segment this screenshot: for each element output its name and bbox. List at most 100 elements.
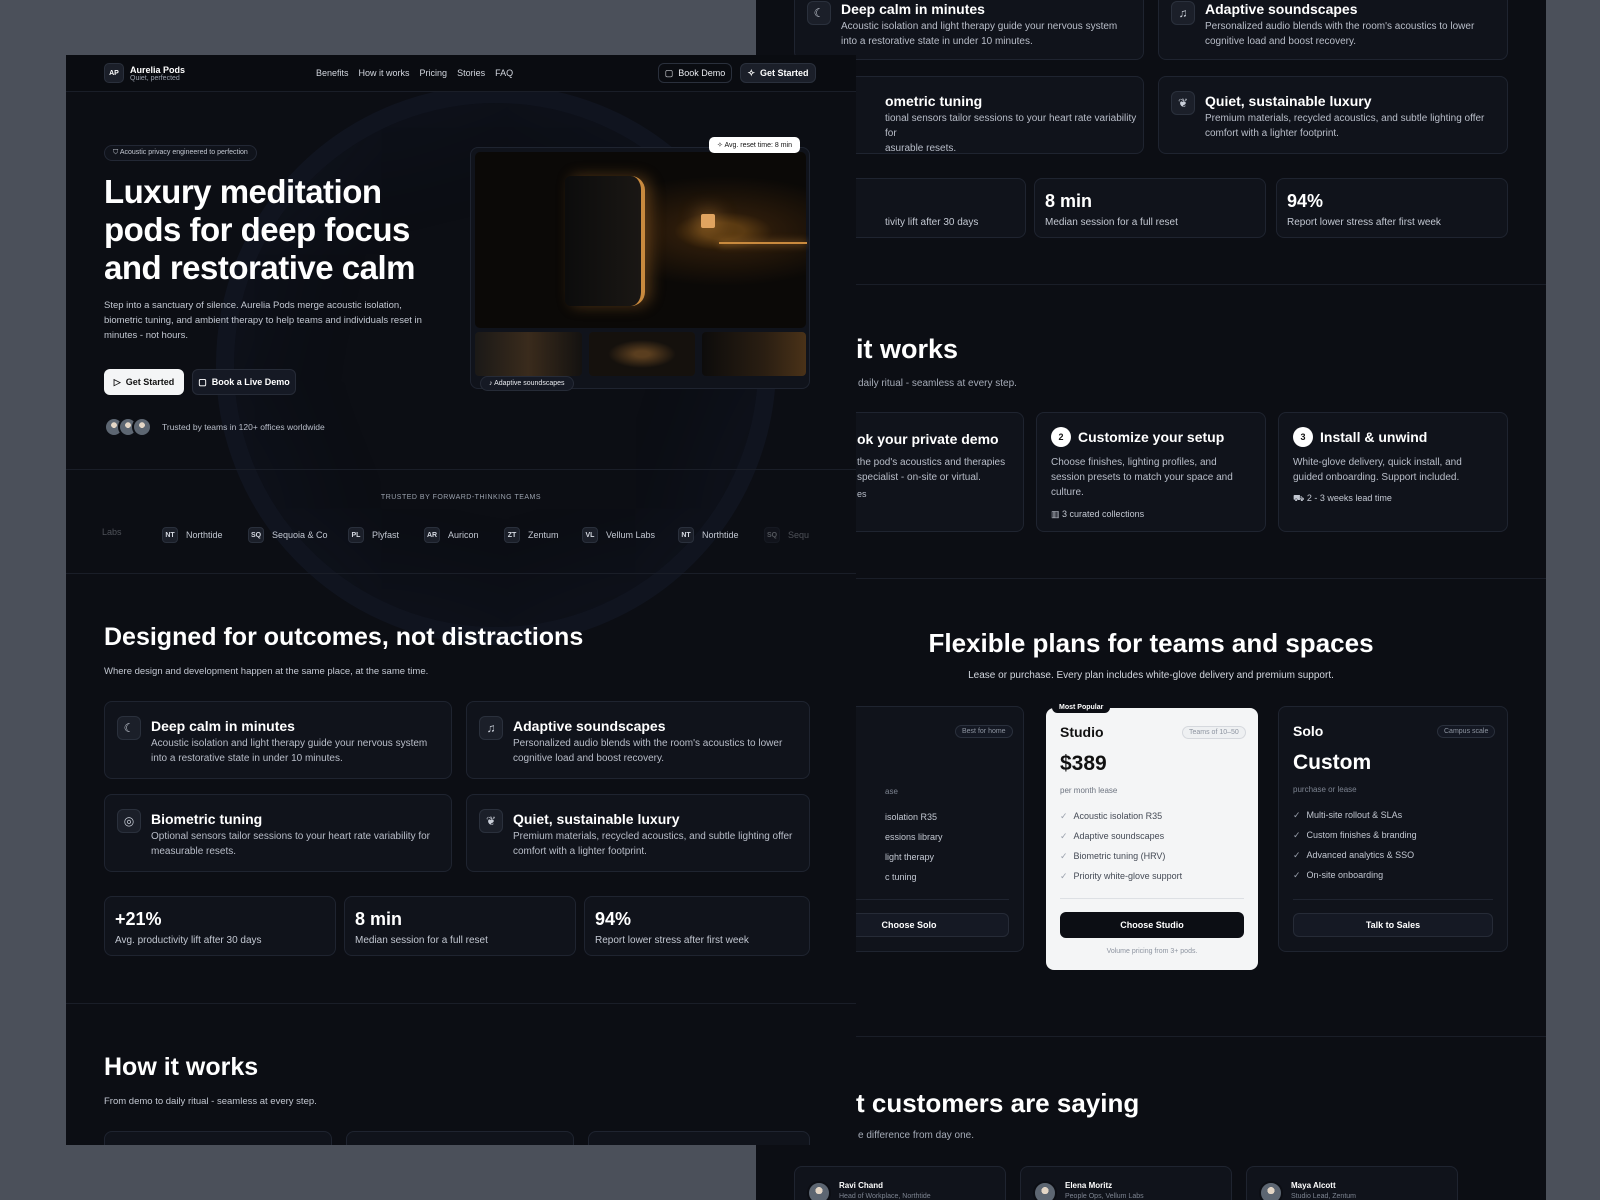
outcomes-subtitle: Where design and development happen at t…	[104, 666, 429, 677]
plan-feature: c tuning	[885, 872, 917, 882]
step-title: ok your private demo	[857, 431, 999, 447]
step-header: 2 Customize your setup	[1051, 427, 1224, 447]
testimonial-role: Head of Workplace, Northtide	[839, 1193, 931, 1200]
calendar-icon: ▢	[198, 376, 207, 387]
thumbnail[interactable]	[702, 332, 806, 376]
check-icon: ✓	[1060, 830, 1068, 841]
pricing-title: Flexible plans for teams and spaces	[928, 628, 1374, 658]
how-title: How it works	[104, 1053, 259, 1081]
brand-tagline: Quiet, perfected	[130, 74, 180, 82]
stat-card: 94% Report lower stress after first week	[584, 896, 810, 956]
logo-item: PL Plyfast	[348, 527, 399, 543]
brand-logo[interactable]: AP Aurelia Pods Quiet, perfected	[104, 63, 185, 83]
choose-studio-button[interactable]: Choose Studio	[1060, 912, 1244, 938]
logo-item: Labs	[102, 527, 122, 537]
talk-to-sales-button[interactable]: Talk to Sales	[1293, 913, 1493, 937]
get-started-nav-button[interactable]: ✧ Get Started	[740, 63, 816, 83]
plan-card: Solo Campus scale Custom purchase or lea…	[1278, 706, 1508, 952]
stat-label: Report lower stress after first week	[595, 935, 749, 946]
step-card: 2 Customize your setup Choose finishes, l…	[1036, 412, 1266, 532]
plan-tag: Best for home	[955, 725, 1013, 738]
get-started-label: Get Started	[125, 377, 175, 387]
shelf-light	[719, 242, 807, 244]
divider	[1293, 899, 1493, 900]
stat-label: Avg. productivity lift after 30 days	[115, 935, 262, 946]
stat-value: 94%	[1287, 191, 1324, 211]
step-meta: ⛟ 2 - 3 weeks lead time	[1293, 493, 1392, 503]
avatar	[1033, 1181, 1057, 1200]
stat-card: +21% Avg. productivity lift after 30 day…	[104, 896, 336, 956]
feature-card: ☾ Deep calm in minutes Acoustic isolatio…	[104, 701, 452, 779]
how-subtitle: From demo to daily ritual - seamless at …	[104, 1096, 317, 1107]
feature-desc: Premium materials, recycled acoustics, a…	[513, 831, 793, 857]
testimonial-card: Ravi Chand Head of Workplace, Northtide	[794, 1166, 1006, 1200]
reset-time-chip: ✧ Avg. reset time: 8 min	[709, 137, 801, 153]
logo-item: ZT Zentum	[504, 527, 559, 543]
background-page: ☾ Deep calm in minutes Acoustic isolatio…	[756, 0, 1546, 1200]
book-demo-button[interactable]: ▢ Book Demo	[658, 63, 732, 83]
plan-feature: ✓ Custom finishes & branding	[1293, 829, 1417, 841]
testimonial-card: Maya Alcott Studio Lead, Zentum	[1246, 1166, 1458, 1200]
nav-faq[interactable]: FAQ	[495, 68, 513, 78]
pod-image	[475, 152, 807, 328]
feature-desc: Acoustic isolation and light therapy gui…	[841, 21, 1118, 47]
get-started-label: Get Started	[760, 68, 809, 78]
check-icon: ✓	[1060, 870, 1068, 881]
nav-pricing[interactable]: Pricing	[420, 68, 448, 78]
check-icon: ✓	[1060, 850, 1068, 861]
feature-card: ❦ Quiet, sustainable luxury Premium mate…	[466, 794, 810, 872]
step-card	[588, 1131, 810, 1145]
book-live-demo-button[interactable]: ▢ Book a Live Demo	[192, 369, 296, 395]
logo-item: NT Northtide	[678, 527, 739, 543]
feature-card: ☾ Deep calm in minutes Acoustic isolatio…	[794, 0, 1144, 60]
pod-door	[565, 176, 645, 306]
feature-title: ometric tuning	[885, 93, 983, 109]
leaf-icon: ❦	[1171, 91, 1195, 115]
moon-icon: ☾	[117, 716, 141, 740]
collection-icon: ▥	[1051, 509, 1060, 519]
plan-feature: ✓ Multi-site rollout & SLAs	[1293, 809, 1403, 821]
feature-title: Biometric tuning	[151, 811, 263, 827]
plan-feature: light therapy	[885, 852, 935, 862]
divider	[66, 1003, 856, 1004]
divider	[756, 284, 1546, 285]
brand-text: Aurelia Pods Quiet, perfected	[130, 65, 185, 82]
nav-stories[interactable]: Stories	[457, 68, 485, 78]
feature-card: ◎ Biometric tuning Optional sensors tail…	[104, 794, 452, 872]
nav-how-it-works[interactable]: How it works	[359, 68, 410, 78]
divider	[66, 573, 856, 574]
speaker-icon: ♪	[489, 380, 493, 387]
logo-item: VL Vellum Labs	[582, 527, 655, 543]
plan-features: isolation R35 essions library light ther…	[885, 807, 943, 887]
step-card: 3 Install & unwind White-glove delivery, …	[1278, 412, 1508, 532]
plan-tag: Teams of 10–50	[1182, 726, 1246, 739]
logo-item: SQ Sequ	[764, 527, 809, 543]
plan-features: ✓ Acoustic isolation R35 ✓ Adaptive sounds…	[1060, 806, 1182, 886]
play-icon: ▷	[113, 376, 121, 387]
book-live-demo-label: Book a Live Demo	[211, 377, 290, 387]
thumbnail[interactable]	[589, 332, 695, 376]
pricing-subtitle: Lease or purchase. Every plan includes w…	[968, 670, 1334, 681]
testimonial-name: Ravi Chand	[839, 1181, 884, 1190]
check-icon: ✓	[1293, 869, 1301, 880]
moon-icon: ☾	[807, 1, 831, 25]
nav-benefits[interactable]: Benefits	[316, 68, 349, 78]
feature-title: Deep calm in minutes	[841, 1, 985, 17]
brand-name: Aurelia Pods	[130, 64, 186, 75]
step-header: 3 Install & unwind	[1293, 427, 1427, 447]
plan-feature: ✓ On-site onboarding	[1293, 869, 1384, 881]
trusted-text: Trusted by teams in 120+ offices worldwi…	[162, 422, 325, 432]
hero-badge: ⛉ Acoustic privacy engineered to perfect…	[104, 145, 257, 161]
testimonials-title: t customers are saying	[856, 1088, 1140, 1118]
stat-card: 94% Report lower stress after first week	[1276, 178, 1508, 238]
plan-note: Volume pricing from 3+ pods.	[1106, 948, 1198, 955]
stat-label: Median session for a full reset	[1045, 217, 1178, 228]
feature-title: Adaptive soundscapes	[1205, 1, 1358, 17]
get-started-button[interactable]: ▷ Get Started	[104, 369, 184, 395]
plan-feature: ✓ Adaptive soundscapes	[1060, 830, 1165, 842]
step-number: 2	[1051, 427, 1071, 447]
hero-title: Luxury meditation pods for deep focus and …	[104, 173, 415, 286]
testimonial-role: People Ops, Vellum Labs	[1065, 1193, 1144, 1200]
plan-period: per month lease	[1060, 786, 1118, 795]
thumbnail[interactable]	[475, 332, 582, 376]
